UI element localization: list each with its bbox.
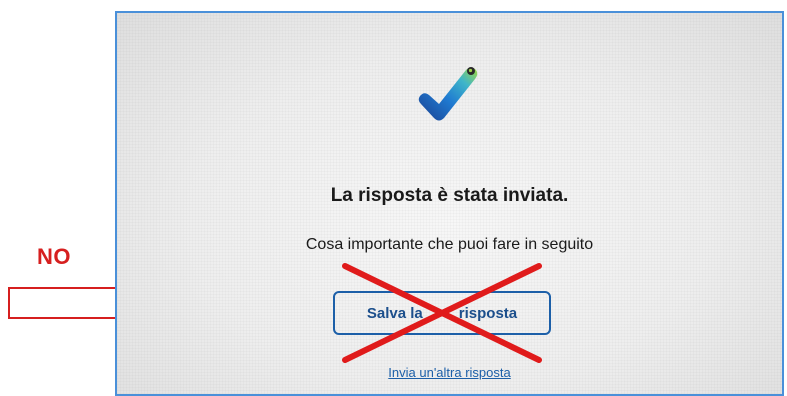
submit-another-response-link[interactable]: Invia un'altra risposta (117, 365, 782, 380)
confirmation-title: La risposta è stata inviata. (330, 185, 569, 206)
red-x-cross-icon (342, 263, 542, 363)
confirmation-subtitle: Cosa importante che puoi fare in seguito (305, 236, 594, 253)
page: NO La risposta è stata inviata. Cosa imp… (0, 0, 787, 396)
form-confirmation-screenshot: La risposta è stata inviata. Cosa import… (115, 11, 784, 396)
no-label: NO (37, 244, 71, 269)
checkmark-icon (418, 67, 478, 121)
